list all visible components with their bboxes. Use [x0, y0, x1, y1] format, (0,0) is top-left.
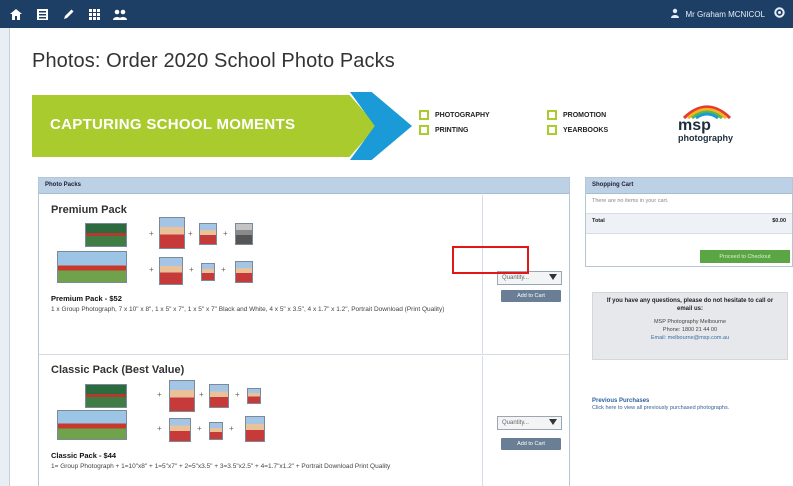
nav-icon-group: [0, 6, 128, 22]
add-to-cart-button[interactable]: Add to Cart: [501, 438, 561, 450]
grid-icon[interactable]: [86, 6, 102, 22]
checkbox-icon: [419, 110, 429, 120]
portrait-thumbnail: [209, 422, 223, 440]
logo-text-msp: msp: [678, 117, 711, 134]
panel-heading: Photo Packs: [39, 178, 569, 194]
pack-premium: Premium Pack + + + + + + Premium Pack - …: [39, 195, 569, 355]
previous-purchases: Previous Purchases Click here to view al…: [592, 398, 788, 412]
cart-empty-message: There are no items in your cart.: [586, 194, 792, 214]
portrait-thumbnail: [199, 223, 217, 245]
pack-name-price: Classic Pack - $44: [51, 451, 117, 460]
previous-purchases-text[interactable]: Click here to view all previously purcha…: [592, 404, 788, 412]
pack-title: Premium Pack: [51, 204, 127, 216]
service-item: PROMOTION: [547, 110, 657, 120]
portrait-bw-thumbnail: [235, 223, 253, 245]
user-name: Mr Graham MCNICOL: [685, 9, 765, 19]
top-nav-bar: Mr Graham MCNICOL: [0, 0, 793, 28]
left-edge: [0, 28, 10, 486]
pack-description: 1 x Group Photograph, 7 x 10" x 8", 1 x …: [51, 306, 445, 313]
photo-packs-panel: Photo Packs Premium Pack + + + + + + Pre…: [38, 177, 570, 486]
cart-heading: Shopping Cart: [586, 178, 792, 194]
group-photo-thumbnail: [85, 223, 127, 247]
add-to-cart-button[interactable]: Add to Cart: [501, 290, 561, 302]
cart-total-row: Total $0.00: [586, 214, 792, 234]
group-photo-thumbnail: [85, 384, 127, 408]
service-item: PHOTOGRAPHY: [419, 110, 547, 120]
portrait-thumbnail: [159, 217, 185, 249]
portrait-thumbnail: [201, 263, 215, 281]
pack-name-price: Premium Pack - $52: [51, 294, 122, 303]
checkout-button[interactable]: Proceed to Checkout: [700, 250, 790, 263]
school-photo-thumbnail: [57, 410, 127, 440]
quantity-select[interactable]: Quantity...: [497, 416, 562, 430]
contact-box: If you have any questions, please do not…: [592, 292, 788, 360]
banner-headline: CAPTURING SCHOOL MOMENTS: [50, 116, 296, 133]
portrait-thumbnail: [169, 380, 195, 412]
portrait-thumbnail: [159, 257, 183, 285]
checkbox-icon: [547, 110, 557, 120]
contact-question: If you have any questions, please do not…: [606, 298, 774, 312]
service-item: PRINTING: [419, 125, 547, 135]
portrait-thumbnail: [209, 384, 229, 408]
promo-banner: CAPTURING SCHOOL MOMENTS PHOTOGRAPHY PRO…: [32, 92, 792, 162]
page-title: Photos: Order 2020 School Photo Packs: [32, 50, 395, 72]
home-icon[interactable]: [8, 6, 24, 22]
contact-phone: Phone: 1800 21 44 00: [662, 327, 718, 333]
chevron-down-icon: [549, 419, 557, 427]
service-list: PHOTOGRAPHY PROMOTION PRINTING YEARBOOKS: [419, 110, 657, 135]
pack-classic: Classic Pack (Best Value) + + + + + + Cl…: [39, 356, 569, 486]
school-photo-thumbnail: [57, 251, 127, 283]
portrait-thumbnail: [169, 418, 191, 442]
people-icon[interactable]: [112, 6, 128, 22]
contact-email-link[interactable]: Email: melbourne@msp.com.au: [593, 334, 787, 342]
portrait-thumbnail: [245, 416, 265, 442]
portrait-thumbnail: [235, 261, 253, 283]
contact-company: MSP Photography Melbourne: [653, 319, 727, 325]
chevron-down-icon: [549, 274, 557, 282]
pack-title: Classic Pack (Best Value): [51, 364, 185, 376]
portrait-thumbnail: [247, 388, 261, 404]
user-menu[interactable]: Mr Graham MCNICOL: [670, 7, 793, 21]
list-icon[interactable]: [34, 6, 50, 22]
checkbox-icon: [419, 125, 429, 135]
service-item: YEARBOOKS: [547, 125, 657, 135]
person-icon: [670, 8, 680, 20]
edit-icon[interactable]: [60, 6, 76, 22]
checkbox-icon: [547, 125, 557, 135]
msp-logo: msp photography: [670, 100, 760, 156]
logo-text-photography: photography: [678, 133, 733, 143]
cart-total-label: Total: [592, 218, 605, 224]
quantity-highlight-box: [452, 246, 529, 274]
cart-total-value: $0.00: [772, 218, 786, 224]
settings-icon[interactable]: [774, 7, 785, 21]
pack-description: 1= Group Photograph + 1=10"x8" + 1=5"x7"…: [51, 463, 391, 470]
